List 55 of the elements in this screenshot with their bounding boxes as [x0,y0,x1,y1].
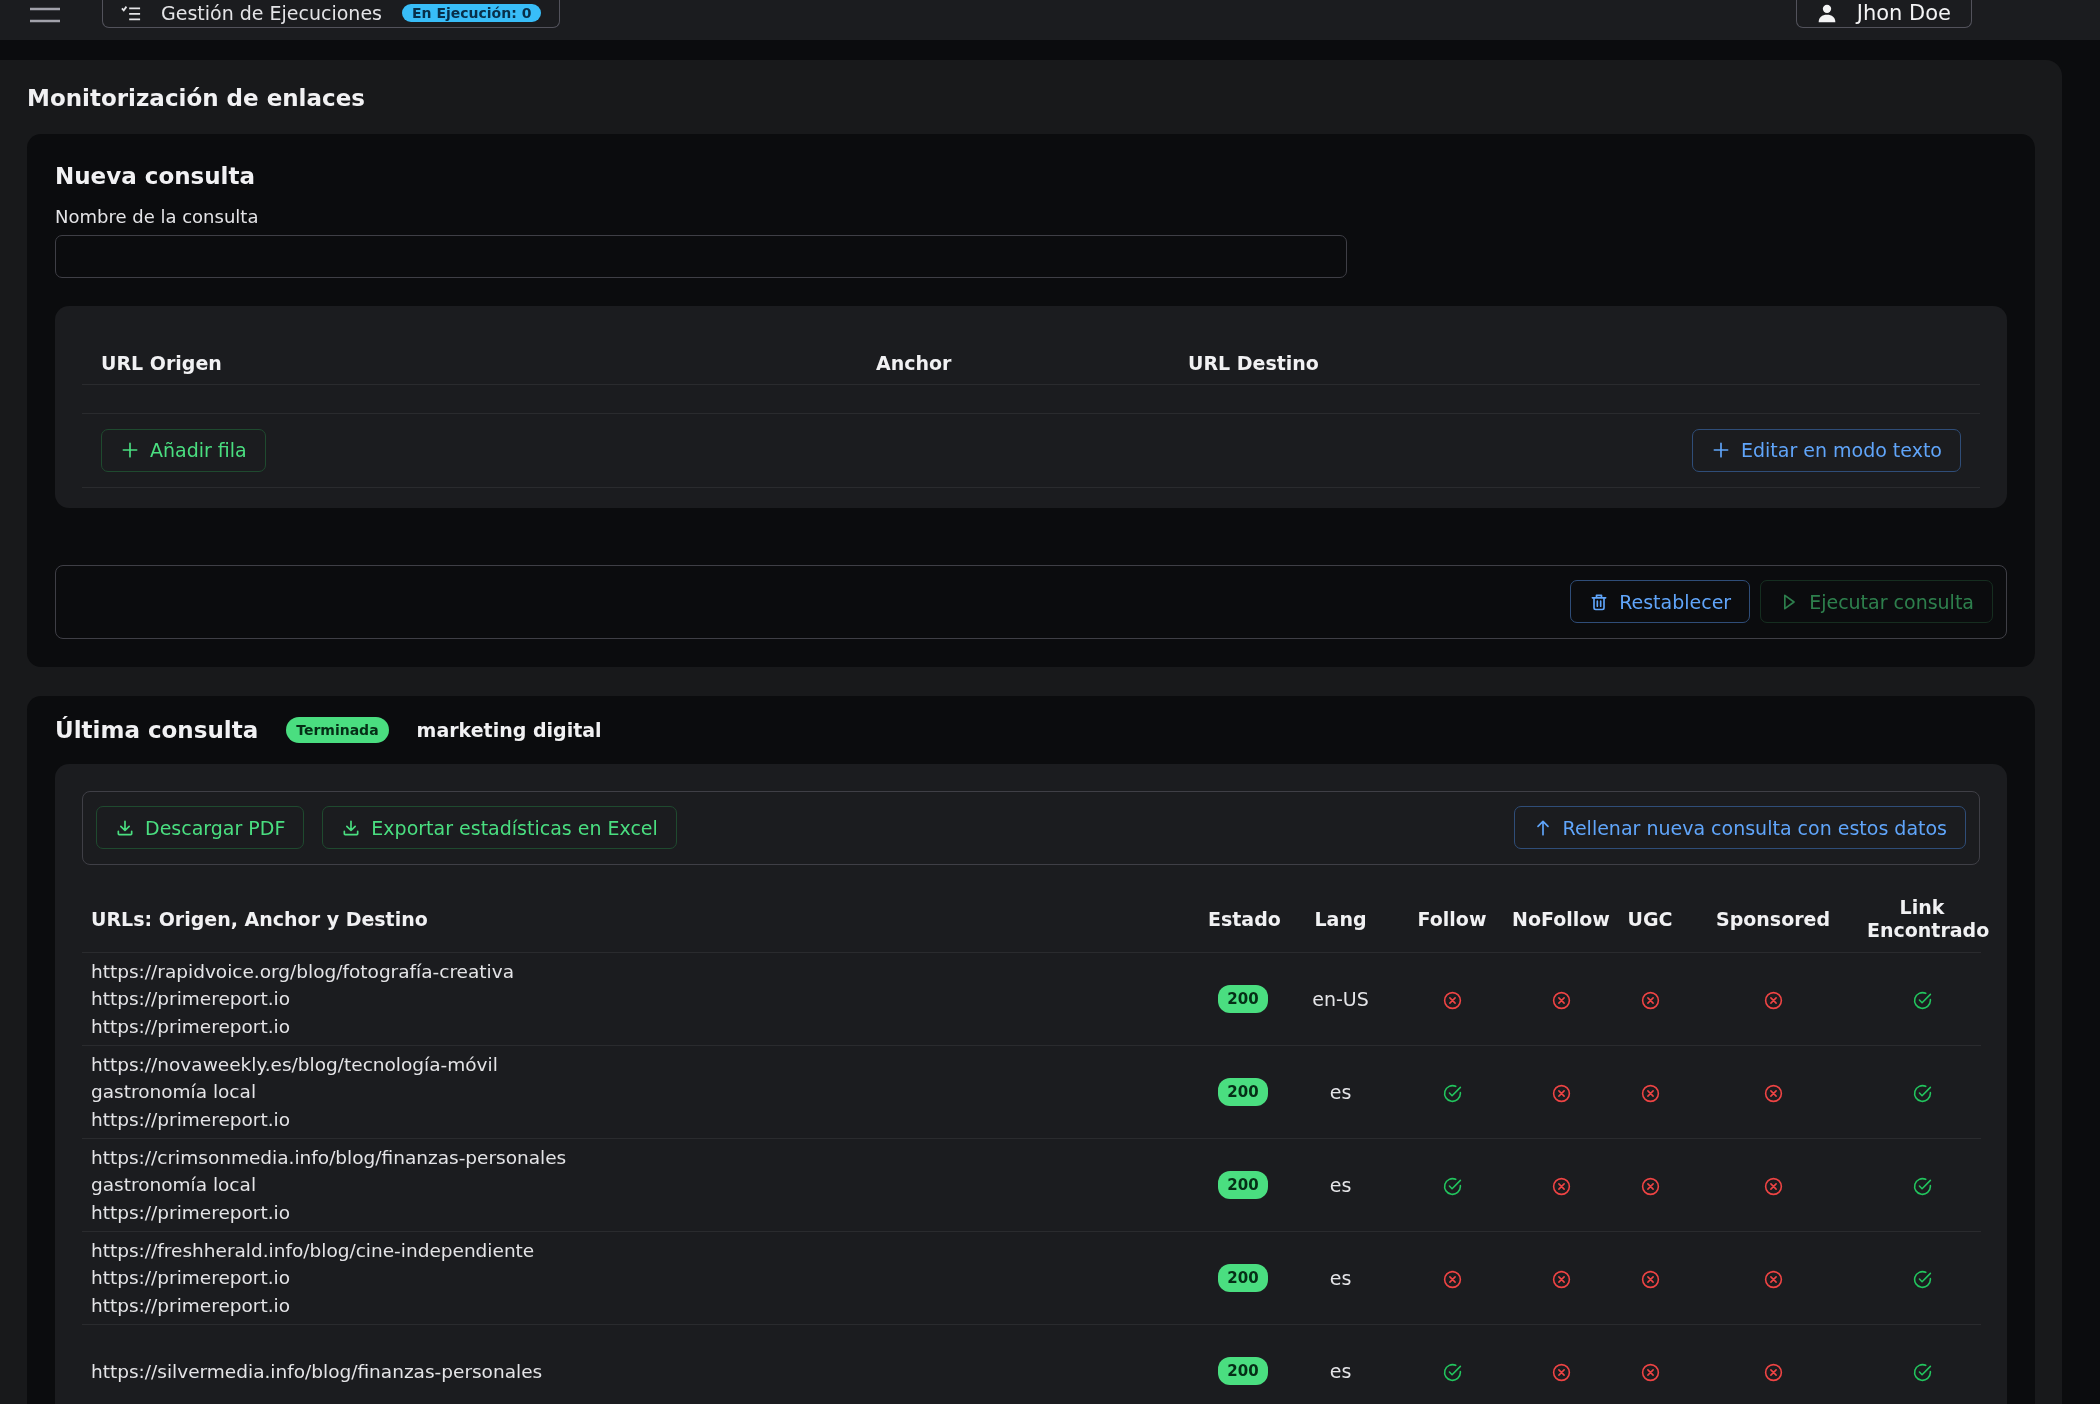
origin-url: https://rapidvoice.org/blog/fotografía-creativa [91,959,514,984]
menu-icon[interactable] [30,7,60,23]
destination-url: https://primereport.io [91,1200,291,1225]
running-count-badge: En Ejecución: 0 [402,3,542,22]
executions-label: Gestión de Ejecuciones [161,1,382,24]
destination-url: https://primereport.io [91,1014,291,1039]
card-title: Nueva consulta [55,162,256,191]
query-name-field[interactable] [55,235,1347,278]
anchor-text: https://primereport.io [91,987,291,1012]
column-header: Estado [1208,907,1281,930]
column-header: Sponsored [1715,907,1831,930]
column-header: Lang [1314,907,1367,930]
refill-query-button[interactable]: Rellenar nueva consulta con estos datos [1513,806,1966,849]
anchor-text: gastronomía local [91,1080,257,1105]
list-icon [121,4,141,21]
language-text: es [1329,1360,1352,1383]
export-excel-button[interactable]: Exportar estadísticas en Excel [322,806,677,849]
column-header: Follow [1417,907,1487,930]
language-text: es [1329,1174,1352,1196]
user-icon [1816,2,1837,23]
download-pdf-button[interactable]: Descargar PDF [96,806,305,849]
status-code-badge: 200 [1218,1171,1268,1199]
status-code-badge: 200 [1218,1357,1268,1386]
origin-url: https://crimsonmedia.info/blog/finanzas-personales [91,1145,567,1170]
field-label: Nombre de la consulta [55,206,259,227]
language-text: en-US [1312,988,1369,1010]
origin-url: https://silvermedia.info/blog/finanzas-personales [91,1359,543,1384]
text-mode-button[interactable]: Editar en modo texto [1691,428,1961,472]
destination-url: https://primereport.io [91,1107,291,1132]
user-button[interactable]: Jhon Doe [1795,0,1972,28]
column-header: Link Encontrado [1867,896,1990,942]
add-row-button[interactable]: Añadir fila [101,428,266,472]
column-header: UGC [1627,907,1673,930]
language-text: es [1329,1267,1352,1289]
status-badge: Terminada [286,716,389,743]
column-header: URL Destino [1188,351,1319,374]
column-header: Anchor [876,351,952,374]
plus-icon [120,440,140,460]
status-code-badge: 200 [1218,985,1268,1013]
language-text: es [1329,1081,1352,1103]
column-header: NoFollow [1512,907,1610,930]
card-title: Última consulta [55,715,259,745]
anchor-text: gastronomía local [91,1173,257,1198]
column-header: URL Origen [101,351,222,374]
column-header: URLs: Origen, Anchor y Destino [91,907,428,930]
origin-url: https://novaweekly.es/blog/tecnología-móvil [91,1052,498,1077]
origin-url: https://freshherald.info/blog/cine-independiente [91,1238,535,1263]
status-code-badge: 200 [1218,1264,1268,1292]
query-name: marketing digital [416,718,602,741]
page-title: Monitorización de enlaces [27,84,366,113]
reset-button[interactable]: Restablecer [1570,580,1751,623]
status-code-badge: 200 [1218,1078,1268,1106]
destination-url: https://primereport.io [91,1293,291,1318]
executions-button[interactable]: Gestión de Ejecuciones En Ejecución: 0 [102,0,561,28]
anchor-text: https://primereport.io [91,1266,291,1291]
